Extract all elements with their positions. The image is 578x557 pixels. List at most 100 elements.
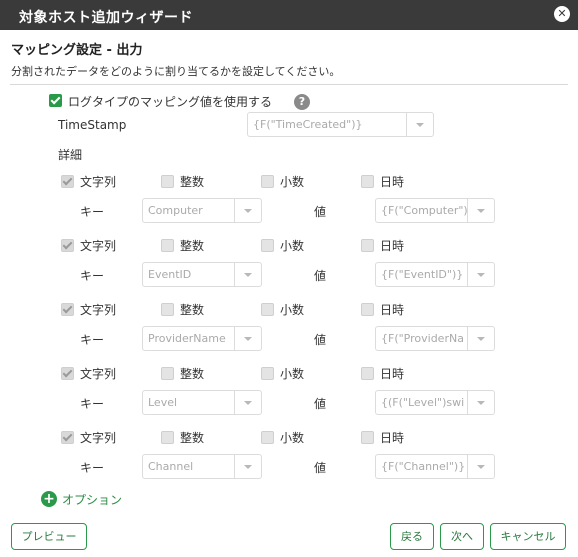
key-select[interactable]: Channel xyxy=(142,454,262,479)
type-integer-label: 整数 xyxy=(180,367,205,381)
value-value: {F("Channel")} xyxy=(381,460,466,473)
type-string-label: 文字列 xyxy=(80,431,117,445)
chevron-down-icon[interactable] xyxy=(467,263,494,286)
back-button[interactable]: 戻る xyxy=(390,523,434,550)
type-datetime-checkbox[interactable] xyxy=(361,367,374,380)
type-integer-checkbox[interactable] xyxy=(161,175,174,188)
key-label: キー xyxy=(80,461,105,475)
type-datetime-label: 日時 xyxy=(380,367,405,381)
type-string-checkbox[interactable] xyxy=(61,303,74,316)
type-string-label: 文字列 xyxy=(80,367,117,381)
divider xyxy=(10,84,568,85)
chevron-down-icon[interactable] xyxy=(467,455,494,478)
key-label: キー xyxy=(80,269,105,283)
timestamp-label: TimeStamp xyxy=(58,118,127,132)
timestamp-value: {F("TimeCreated")} xyxy=(253,118,363,131)
value-value: {(F("Level")swi xyxy=(381,396,465,409)
next-button[interactable]: 次へ xyxy=(440,523,484,550)
type-decimal-label: 小数 xyxy=(280,175,305,189)
type-decimal-label: 小数 xyxy=(280,239,305,253)
chevron-down-icon[interactable] xyxy=(406,113,433,136)
key-label: キー xyxy=(80,397,105,411)
key-label: キー xyxy=(80,333,105,347)
cancel-button[interactable]: キャンセル xyxy=(490,523,566,550)
value-label: 値 xyxy=(314,461,327,475)
use-logtype-mapping-label: ログタイプのマッピング値を使用する xyxy=(68,95,273,109)
type-integer-label: 整数 xyxy=(180,175,205,189)
type-decimal-checkbox[interactable] xyxy=(261,303,274,316)
key-value: Channel xyxy=(148,460,194,473)
value-label: 値 xyxy=(314,205,327,219)
chevron-down-icon[interactable] xyxy=(234,263,261,286)
chevron-down-icon[interactable] xyxy=(467,199,494,222)
use-logtype-mapping-checkbox[interactable] xyxy=(49,94,62,107)
chevron-down-icon[interactable] xyxy=(234,327,261,350)
chevron-down-icon[interactable] xyxy=(234,455,261,478)
type-datetime-checkbox[interactable] xyxy=(361,175,374,188)
type-string-checkbox[interactable] xyxy=(61,367,74,380)
value-select[interactable]: {F("EventID")} xyxy=(375,262,495,287)
value-select[interactable]: {F("Computer")} xyxy=(375,198,495,223)
value-label: 値 xyxy=(314,269,327,283)
section-description: 分割されたデータをどのように割り当てるかを設定してください。 xyxy=(11,65,341,78)
add-option-label: オプション xyxy=(62,493,123,507)
type-integer-checkbox[interactable] xyxy=(161,431,174,444)
type-string-checkbox[interactable] xyxy=(61,431,74,444)
value-select[interactable]: {F("ProviderNa xyxy=(375,326,495,351)
chevron-down-icon[interactable] xyxy=(234,199,261,222)
type-integer-label: 整数 xyxy=(180,431,205,445)
chevron-down-icon[interactable] xyxy=(234,391,261,414)
type-string-label: 文字列 xyxy=(80,239,117,253)
type-datetime-checkbox[interactable] xyxy=(361,239,374,252)
dialog-title: 対象ホスト追加ウィザード xyxy=(19,10,193,26)
type-datetime-checkbox[interactable] xyxy=(361,303,374,316)
value-select[interactable]: {F("Channel")} xyxy=(375,454,495,479)
value-label: 値 xyxy=(314,397,327,411)
type-string-checkbox[interactable] xyxy=(61,239,74,252)
timestamp-select[interactable]: {F("TimeCreated")} xyxy=(247,112,434,137)
value-value: {F("ProviderNa xyxy=(381,332,464,345)
value-value: {F("Computer")} xyxy=(381,204,467,217)
type-integer-label: 整数 xyxy=(180,239,205,253)
type-integer-checkbox[interactable] xyxy=(161,303,174,316)
key-select[interactable]: Level xyxy=(142,390,262,415)
preview-button[interactable]: プレビュー xyxy=(11,523,87,550)
type-decimal-checkbox[interactable] xyxy=(261,175,274,188)
type-string-checkbox[interactable] xyxy=(61,175,74,188)
dialog-titlebar: 対象ホスト追加ウィザード ✕ xyxy=(0,0,578,30)
help-icon[interactable]: ? xyxy=(294,94,310,110)
type-integer-checkbox[interactable] xyxy=(161,367,174,380)
type-datetime-label: 日時 xyxy=(380,175,405,189)
plus-icon: + xyxy=(41,491,57,507)
key-value: Level xyxy=(148,396,178,409)
section-title: マッピング設定 - 出力 xyxy=(11,43,143,58)
type-datetime-label: 日時 xyxy=(380,303,405,317)
type-decimal-label: 小数 xyxy=(280,303,305,317)
key-select[interactable]: EventID xyxy=(142,262,262,287)
type-decimal-label: 小数 xyxy=(280,431,305,445)
key-select[interactable]: Computer xyxy=(142,198,262,223)
type-decimal-checkbox[interactable] xyxy=(261,239,274,252)
details-label: 詳細 xyxy=(58,148,83,162)
key-label: キー xyxy=(80,205,105,219)
value-label: 値 xyxy=(314,333,327,347)
chevron-down-icon[interactable] xyxy=(467,391,494,414)
type-string-label: 文字列 xyxy=(80,175,117,189)
type-integer-checkbox[interactable] xyxy=(161,239,174,252)
type-decimal-checkbox[interactable] xyxy=(261,367,274,380)
value-value: {F("EventID")} xyxy=(381,268,464,281)
type-integer-label: 整数 xyxy=(180,303,205,317)
key-select[interactable]: ProviderName xyxy=(142,326,262,351)
type-decimal-checkbox[interactable] xyxy=(261,431,274,444)
chevron-down-icon[interactable] xyxy=(467,327,494,350)
type-datetime-label: 日時 xyxy=(380,239,405,253)
type-datetime-label: 日時 xyxy=(380,431,405,445)
key-value: Computer xyxy=(148,204,203,217)
key-value: EventID xyxy=(148,268,192,281)
type-decimal-label: 小数 xyxy=(280,367,305,381)
value-select[interactable]: {(F("Level")swi xyxy=(375,390,495,415)
close-icon[interactable]: ✕ xyxy=(554,6,570,22)
type-datetime-checkbox[interactable] xyxy=(361,431,374,444)
key-value: ProviderName xyxy=(148,332,226,345)
type-string-label: 文字列 xyxy=(80,303,117,317)
